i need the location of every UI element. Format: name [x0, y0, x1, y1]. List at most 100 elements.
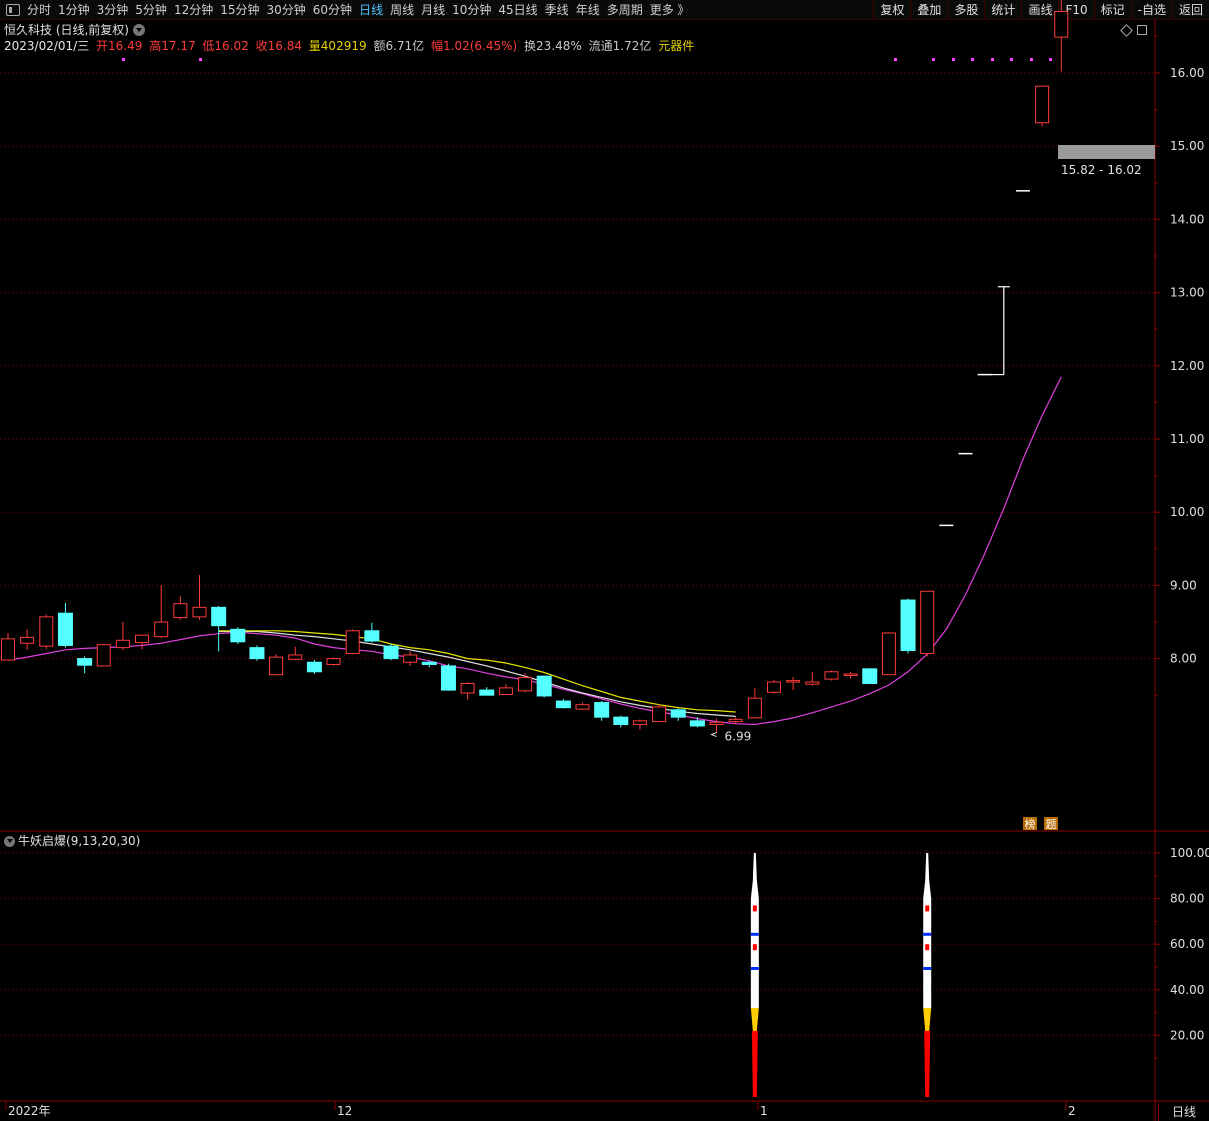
candle-body — [135, 634, 150, 643]
candle-body — [536, 675, 552, 697]
candle-body — [843, 673, 858, 676]
period-tab[interactable]: 季线 — [542, 0, 572, 20]
quote-turnover: 换23.48% — [524, 39, 582, 53]
chevron-down-icon[interactable] — [4, 835, 15, 847]
candle — [230, 627, 246, 644]
indicator-tick-label: 20.00 — [1170, 1028, 1204, 1042]
period-tab[interactable]: 60分钟 — [310, 0, 355, 20]
candle-body — [652, 706, 667, 723]
indicator-name[interactable]: 牛妖启爆 — [18, 833, 66, 849]
period-tab[interactable]: 更多 》 — [647, 0, 693, 20]
candle — [786, 676, 801, 691]
toolbar-button[interactable]: 标记 — [1093, 0, 1131, 20]
maximize-icon[interactable] — [1137, 25, 1147, 35]
menu-icon[interactable] — [6, 4, 20, 16]
candle — [326, 657, 341, 666]
stock-title[interactable]: 恒久科技 (日线,前复权) — [4, 22, 129, 38]
candle-body — [77, 658, 93, 666]
candle-body — [670, 709, 686, 718]
candle — [383, 643, 399, 661]
period-tab[interactable]: 月线 — [418, 0, 448, 20]
candle — [862, 668, 878, 684]
time-axis: 2022年 12 1 2 — [5, 1101, 1076, 1118]
period-tab[interactable]: 5分钟 — [132, 0, 170, 20]
price-tick-label: 16.00 — [1170, 66, 1204, 80]
period-tab[interactable]: 12分钟 — [171, 0, 216, 20]
candle — [805, 671, 820, 686]
period-tab[interactable]: 30分钟 — [264, 0, 309, 20]
chevron-down-icon[interactable] — [133, 24, 145, 36]
diamond-icon[interactable] — [1120, 24, 1133, 37]
quote-sector[interactable]: 元器件 — [658, 39, 694, 53]
period-tab[interactable]: 多周期 — [604, 0, 646, 20]
candle — [440, 663, 456, 691]
period-tab[interactable]: 分时 — [24, 0, 54, 20]
candle-body — [173, 603, 188, 619]
period-label[interactable]: 日线 — [1158, 1103, 1209, 1121]
chart-canvas[interactable]: 16.00 15.00 14.00 13.00 12.00 11.00 10.00 9.00 8… — [0, 0, 1209, 1121]
quote-line: 2023/02/01/三 开16.49 高17.17 低16.02 收16.84… — [4, 38, 697, 54]
candle — [211, 605, 227, 652]
period-tab[interactable]: 周线 — [387, 0, 417, 20]
time-tick-label: 2022年 — [8, 1104, 51, 1118]
period-tab[interactable]: 日线 — [356, 0, 386, 20]
period-tab[interactable]: 10分钟 — [449, 0, 494, 20]
indicator-tick-label: 100.00 — [1170, 846, 1209, 860]
candle — [767, 679, 781, 694]
candle-body — [269, 656, 284, 676]
candle-body — [594, 702, 610, 718]
panel-icons — [1120, 24, 1147, 37]
signal-dot — [1049, 58, 1052, 61]
toolbar-button[interactable]: 多股 — [947, 0, 984, 20]
toolbar-button[interactable]: 统计 — [984, 0, 1021, 20]
candle-body — [288, 654, 303, 660]
toolbar-button[interactable]: 画线 — [1021, 0, 1058, 20]
period-tab[interactable]: 15分钟 — [217, 0, 262, 20]
price-axis: 16.00 15.00 14.00 13.00 12.00 11.00 10.00 9.00 8… — [1155, 35, 1204, 696]
toolbar-button[interactable]: 复权 — [873, 0, 910, 20]
price-tick-label: 11.00 — [1170, 432, 1204, 446]
price-tick-label: 12.00 — [1170, 359, 1204, 373]
rocket-mark-red — [752, 905, 757, 912]
signal-dot — [991, 58, 994, 61]
badge-box — [1023, 817, 1037, 830]
candle-body — [20, 636, 35, 644]
candle-body — [805, 681, 820, 685]
rocket-mark-red — [752, 944, 757, 951]
candle — [39, 614, 54, 650]
quote-close: 收16.84 — [255, 39, 302, 53]
time-tick-label: 1 — [760, 1104, 768, 1118]
toolbar-button[interactable]: 叠加 — [910, 0, 947, 20]
candle — [57, 602, 73, 648]
rocket-mark-red — [925, 944, 930, 951]
candle — [77, 656, 93, 674]
period-tab[interactable]: 45日线 — [495, 0, 540, 20]
stock-title-line: 恒久科技 (日线,前复权) — [4, 22, 145, 38]
time-tick-label: 2 — [1068, 1104, 1076, 1118]
annotations: 17.176.9915.82 - 16.02榜题 — [122, 0, 1155, 831]
toolbar-button[interactable]: -自选 — [1130, 0, 1172, 20]
price-tick-label: 13.00 — [1170, 286, 1204, 300]
rocket-mark-blue — [750, 932, 759, 936]
candle-body — [364, 630, 380, 642]
top-toolbar: 分时 1分钟 3分钟 5分钟 12分钟 15分钟 30分钟 60分钟 日线 周线 月线 10分钟 45日… — [0, 0, 1209, 20]
rocket-bar — [923, 853, 932, 1097]
candle — [460, 682, 475, 700]
toolbar-button[interactable]: 返回 — [1171, 0, 1209, 20]
time-tick-label: 12 — [337, 1104, 352, 1118]
ma-line — [218, 630, 736, 713]
candle — [249, 645, 265, 661]
candle-body — [479, 689, 495, 696]
candle — [479, 687, 495, 696]
candle-body — [728, 718, 743, 723]
candle-body — [575, 704, 590, 710]
period-tab[interactable]: 3分钟 — [94, 0, 132, 20]
candle — [652, 703, 667, 723]
period-tab[interactable]: 1分钟 — [55, 0, 93, 20]
toolbar-button[interactable]: F10 — [1058, 0, 1093, 20]
candle — [881, 632, 896, 676]
ma-line — [218, 630, 736, 717]
rocket-flame-yellow — [750, 1008, 759, 1031]
period-tab[interactable]: 年线 — [573, 0, 603, 20]
indicator-tick-label: 80.00 — [1170, 892, 1204, 906]
